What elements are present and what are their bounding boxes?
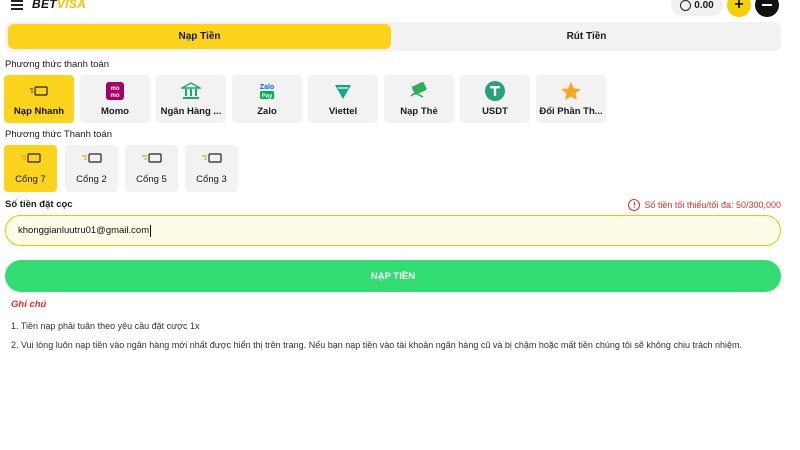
gateway-label: Cổng 5 [136, 174, 167, 185]
card-icon [141, 152, 163, 167]
phone-card-icon [409, 81, 429, 100]
svg-text:Pay: Pay [262, 93, 273, 99]
plus-icon: + [734, 0, 744, 13]
note-line: 2. Vui lòng luôn nạp tiền vào ngân hàng … [11, 340, 742, 350]
svg-text:mo: mo [111, 86, 120, 92]
method-label: Nạp Nhanh [13, 105, 65, 117]
method-label: USDT [482, 105, 508, 117]
brand-logo[interactable]: BETVISA [32, 0, 86, 11]
gateway-cong-7[interactable]: Cổng 7 [4, 145, 57, 192]
method-label: Đổi Phần Th... [539, 105, 603, 117]
gateway-cong-3[interactable]: Cổng 3 [185, 145, 238, 192]
method-card-momo[interactable]: mo mo Momo [80, 75, 150, 123]
balance-amount: 0.00 [694, 0, 714, 11]
amount-limit-text: Số tiền tối thiểu/tối đa: 50/300,000 [644, 200, 781, 210]
amount-input-value: khonggianluutru01@gmail.com [18, 225, 150, 236]
amount-limit: ! Số tiền tối thiểu/tối đa: 50/300,000 [628, 199, 781, 211]
star-icon [560, 81, 582, 100]
balance-display[interactable]: 0.00 [671, 0, 723, 16]
minus-button[interactable] [755, 0, 779, 17]
method-card-nap-nhanh[interactable]: Nạp Nhanh [4, 75, 74, 123]
method-label: Ngân Hàng ... [160, 105, 222, 117]
card-icon [201, 152, 223, 167]
method-card-viettel[interactable]: Viettel [308, 75, 378, 123]
payment-method-heading: Phương thức thanh toán [5, 59, 109, 70]
add-funds-button[interactable]: + [727, 0, 751, 17]
wallet-icon [680, 0, 692, 11]
gateway-cong-5[interactable]: Cổng 5 [125, 145, 178, 192]
momo-icon: mo mo [106, 81, 124, 100]
svg-text:mo: mo [111, 93, 120, 99]
notes-title: Ghi chú [11, 299, 47, 310]
method-card-zalo[interactable]: Zalo Pay Zalo [232, 75, 302, 123]
card-icon [20, 152, 42, 167]
warning-icon: ! [628, 199, 641, 211]
tab-deposit[interactable]: Nạp Tiền [8, 24, 391, 49]
method-card-bank[interactable]: Ngân Hàng ... [156, 75, 226, 123]
deposit-withdraw-tabs: Nạp Tiền Rút Tiền [5, 22, 781, 51]
gateway-label: Cổng 7 [15, 174, 46, 185]
note-line: 1. Tiền nạp phải tuân theo yêu cầu đặt c… [11, 321, 200, 331]
gateway-heading: Phương thức Thanh toán [5, 129, 112, 140]
card-icon [81, 152, 103, 167]
zalopay-icon: Zalo Pay [257, 82, 277, 100]
bank-icon [181, 81, 201, 100]
method-card-doi-phan-thuong[interactable]: Đổi Phần Th... [536, 75, 606, 123]
viettel-icon [333, 82, 353, 100]
gateway-label: Cổng 2 [76, 174, 107, 185]
method-label: Zalo [257, 105, 277, 117]
menu-icon[interactable] [11, 0, 23, 10]
logo-visa-text: VISA [56, 0, 87, 11]
top-header: BETVISA 0.00 + [0, 0, 800, 17]
method-label: Viettel [328, 105, 358, 117]
tab-withdraw[interactable]: Rút Tiền [395, 24, 778, 49]
card-icon [29, 82, 49, 100]
usdt-icon [485, 80, 505, 101]
amount-label: Số tiền đặt cọc [5, 199, 73, 210]
method-label: Momo [101, 105, 129, 117]
gateway-label: Cổng 3 [196, 174, 227, 185]
logo-bet-text: BET [32, 0, 57, 11]
svg-text:Zalo: Zalo [260, 84, 274, 91]
method-label: Nạp Thẻ [400, 105, 438, 117]
amount-input[interactable]: khonggianluutru01@gmail.com [5, 215, 781, 246]
method-card-nap-the[interactable]: Nạp Thẻ [384, 75, 454, 123]
method-card-usdt[interactable]: USDT [460, 75, 530, 123]
text-caret [150, 224, 152, 237]
deposit-submit-button[interactable]: NẠP TIỀN [5, 260, 781, 292]
gateway-cong-2[interactable]: Cổng 2 [65, 145, 118, 192]
